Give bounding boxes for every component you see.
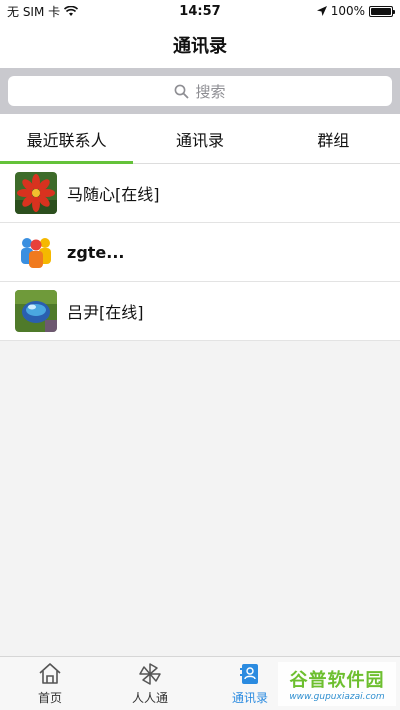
carrier-label: 无 SIM 卡 — [7, 4, 61, 19]
watermark: 谷普软件园 www.gupuxiazai.com — [278, 662, 396, 706]
tab-label: 通讯录 — [175, 130, 224, 150]
battery-percent: 100% — [330, 4, 365, 18]
bottom-tab-renrentong[interactable]: 人人通 — [100, 657, 200, 710]
water-droplet-photo — [15, 290, 57, 332]
avatar — [15, 231, 57, 273]
tab-groups[interactable]: 群组 — [267, 114, 400, 163]
watermark-title: 谷普软件园 — [289, 670, 385, 691]
status-right: 100% — [316, 4, 395, 18]
bottom-tab-label: 首页 — [37, 691, 62, 705]
contact-list: 马随心[在线] zgte... 吕尹[在线] — [0, 164, 400, 341]
tab-label: 群组 — [317, 130, 350, 150]
bottom-tab-label: 通讯录 — [231, 691, 268, 705]
search-placeholder: 搜索 — [195, 82, 226, 101]
list-item[interactable]: 马随心[在线] — [0, 164, 400, 223]
contacts-book-icon — [240, 664, 258, 684]
search-input[interactable]: 搜索 — [8, 76, 392, 106]
list-item[interactable]: 吕尹[在线] — [0, 282, 400, 341]
home-icon — [39, 663, 61, 684]
location-arrow-icon — [316, 6, 327, 16]
bottom-tab-home[interactable]: 首页 — [0, 657, 100, 710]
status-bar: 无 SIM 卡 14:57 100% — [0, 0, 400, 22]
watermark-url: www.gupuxiazai.com — [289, 692, 385, 702]
status-left: 无 SIM 卡 — [7, 3, 79, 20]
tab-recent-contacts[interactable]: 最近联系人 — [0, 114, 134, 164]
tab-label: 最近联系人 — [26, 130, 107, 150]
contact-name: zgte... — [67, 242, 125, 262]
search-icon — [175, 84, 190, 99]
colorful-people-logo — [15, 231, 57, 273]
wifi-icon — [64, 5, 79, 16]
tab-address-book[interactable]: 通讯录 — [133, 114, 266, 163]
avatar — [15, 290, 57, 332]
list-item[interactable]: zgte... — [0, 223, 400, 282]
nav-bar: 通讯录 — [0, 22, 400, 68]
contact-name: 吕尹[在线] — [67, 303, 144, 322]
pinwheel-icon — [139, 663, 161, 685]
page-title: 通讯录 — [173, 36, 227, 57]
battery-icon — [369, 5, 395, 17]
bottom-tab-label: 人人通 — [131, 691, 168, 705]
search-bar: 搜索 — [0, 68, 400, 114]
red-flower-photo — [15, 172, 57, 214]
contact-name: 马随心[在线] — [67, 185, 160, 204]
avatar — [15, 172, 57, 214]
segment-tabs: 最近联系人 通讯录 群组 — [0, 114, 400, 164]
